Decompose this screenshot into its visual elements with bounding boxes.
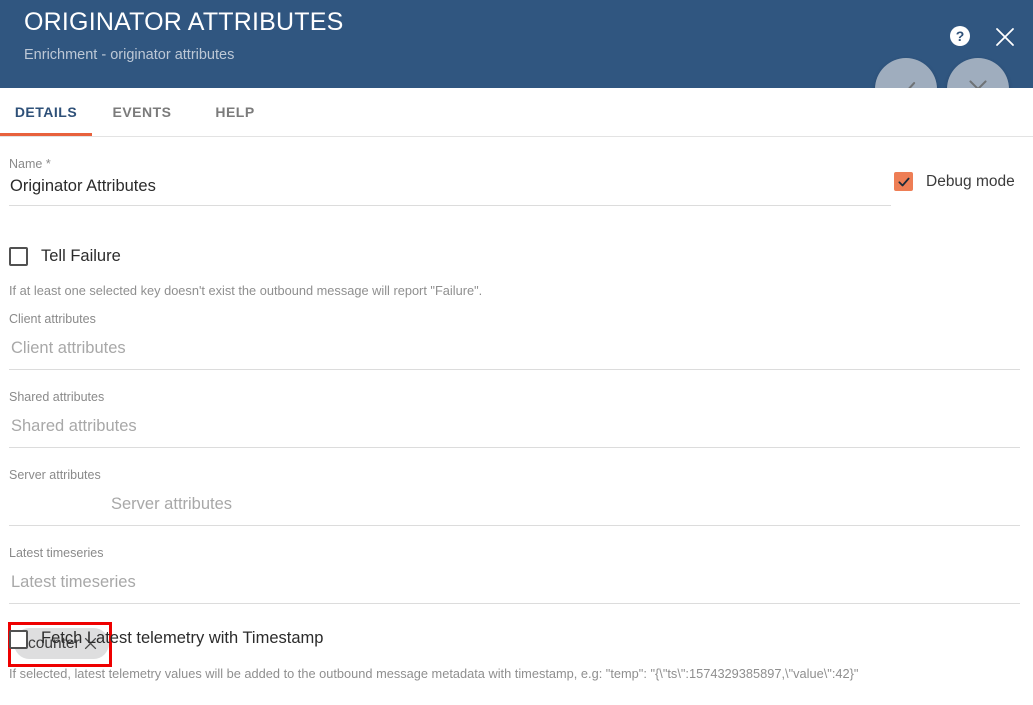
page-title: ORIGINATOR ATTRIBUTES <box>24 8 344 36</box>
active-tab-indicator <box>0 133 92 136</box>
client-attributes-underline <box>9 369 1020 370</box>
fetch-latest-telemetry-hint: If selected, latest telemetry values wil… <box>9 666 859 681</box>
close-icon[interactable] <box>993 25 1017 49</box>
server-attributes-underline <box>9 525 1020 526</box>
page-subtitle: Enrichment - originator attributes <box>24 47 235 63</box>
tell-failure-hint: If at least one selected key doesn't exi… <box>9 283 483 298</box>
shared-attributes-underline <box>9 447 1020 448</box>
name-field-label: Name * <box>9 157 51 171</box>
debug-mode-checkbox[interactable]: Debug mode <box>894 172 1015 191</box>
shared-attributes-label: Shared attributes <box>9 390 105 404</box>
tell-failure-checkbox[interactable] <box>9 247 28 266</box>
fetch-latest-telemetry-label: Fetch Latest telemetry with Timestamp <box>41 629 324 647</box>
latest-timeseries-underline <box>9 603 1020 604</box>
debug-mode-checkbox-box <box>894 172 913 191</box>
latest-timeseries-label: Latest timeseries <box>9 546 104 560</box>
rule-node-config-dialog: ORIGINATOR ATTRIBUTES Enrichment - origi… <box>0 0 1033 705</box>
tab-events[interactable]: EVENTS <box>92 88 192 136</box>
tab-details[interactable]: DETAILS <box>0 88 92 136</box>
client-attributes-label: Client attributes <box>9 312 96 326</box>
name-input[interactable]: Originator Attributes <box>10 177 156 196</box>
server-attributes-label: Server attributes <box>9 468 101 482</box>
tell-failure-label: Tell Failure <box>41 247 121 265</box>
tab-help[interactable]: HELP <box>192 88 278 136</box>
latest-timeseries-input[interactable]: Latest timeseries <box>11 573 136 592</box>
help-question-mark: ? <box>950 26 970 46</box>
shared-attributes-input[interactable]: Shared attributes <box>11 417 137 436</box>
debug-mode-label: Debug mode <box>926 172 1015 190</box>
check-icon <box>897 177 910 186</box>
tab-bar: DETAILS EVENTS HELP <box>0 88 1033 137</box>
details-form: Name * Originator Attributes Debug mode … <box>0 137 1033 705</box>
fetch-latest-telemetry-checkbox[interactable] <box>9 630 28 649</box>
client-attributes-input[interactable]: Client attributes <box>11 339 126 358</box>
name-field-underline <box>9 205 891 206</box>
help-icon[interactable]: ? <box>950 26 972 48</box>
server-attributes-input[interactable]: Server attributes <box>111 495 232 514</box>
